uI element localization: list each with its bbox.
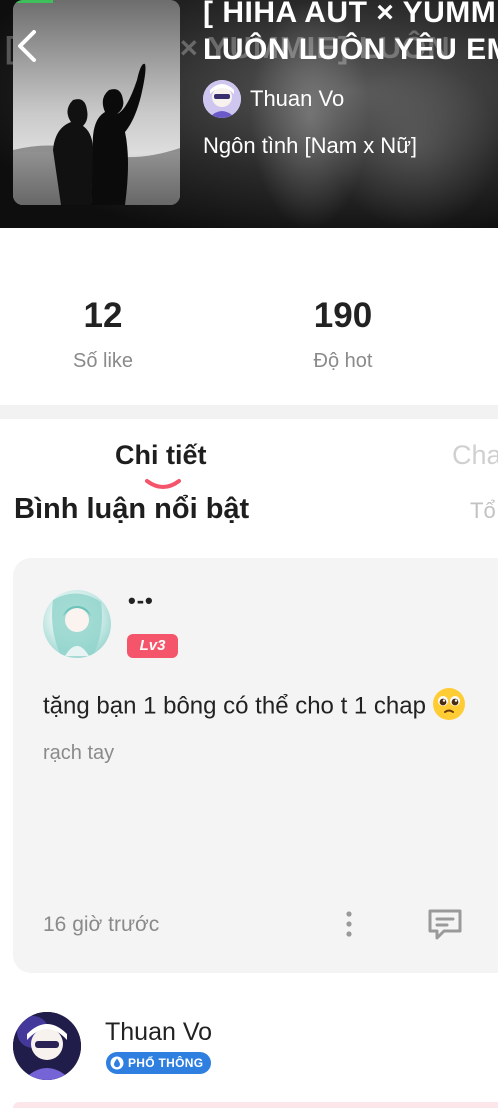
membership-badge-label: PHỔ THÔNG — [128, 1056, 204, 1070]
story-title: [ HIHA AUT × YUMM LUÔN LUÔN YÊU EM — [203, 0, 498, 68]
active-tab-indicator — [145, 479, 181, 489]
tab-details[interactable]: Chi tiết — [115, 440, 207, 471]
story-stats: 12 Số like 190 Độ hot — [0, 228, 498, 405]
story-title-line-2: LUÔN LUÔN YÊU EM — [203, 33, 498, 66]
commenter-username[interactable]: •-• — [128, 588, 154, 614]
all-comments-link[interactable]: Tổ — [470, 498, 496, 524]
membership-badge: PHỔ THÔNG — [106, 1052, 212, 1074]
cover-badge — [13, 0, 53, 3]
commenter-avatar[interactable] — [43, 590, 111, 658]
hot-count: 190 — [313, 296, 373, 335]
level-badge: Lv3 — [127, 634, 178, 658]
featured-comments-title: Bình luận nổi bật — [14, 493, 250, 525]
chevron-left-icon — [18, 30, 36, 62]
back-button[interactable] — [10, 26, 44, 66]
story-genre[interactable]: Ngôn tình [Nam x Nữ] — [203, 133, 417, 159]
user-name[interactable]: Thuan Vo — [105, 1018, 212, 1047]
comment-timestamp: 16 giờ trước — [43, 913, 160, 936]
featured-comment-card[interactable]: •-• Lv3 tặng bạn 1 bông có thể cho t 1 c… — [13, 558, 498, 973]
likes-count: 12 — [83, 296, 123, 335]
reply-button[interactable] — [426, 907, 464, 943]
comment-text-line: tặng bạn 1 bông có thể cho t 1 chap — [43, 688, 466, 724]
author-avatar[interactable] — [203, 80, 241, 118]
vertical-dots-icon — [346, 911, 352, 937]
droplet-icon — [110, 1056, 124, 1070]
user-avatar[interactable] — [13, 1012, 81, 1080]
pleading-face-emoji-icon — [432, 688, 465, 720]
next-comment-card-edge — [13, 1102, 498, 1108]
author-avatar-image — [203, 80, 241, 118]
story-header: [HIHA AUT × YUMMIE] LUÔN [ HIHA AUT × YU… — [0, 0, 498, 228]
likes-stat: 12 Số like — [13, 296, 193, 373]
likes-label: Số like — [72, 350, 134, 372]
commenter-avatar-image — [52, 593, 102, 656]
user-avatar-image — [13, 1012, 81, 1080]
more-options-button[interactable] — [339, 908, 359, 940]
author-info[interactable]: Thuan Vo — [203, 80, 344, 118]
section-divider — [0, 405, 498, 419]
hot-stat: 190 Độ hot — [253, 296, 433, 373]
story-title-line-1: [ HIHA AUT × YUMM — [203, 0, 497, 29]
author-name[interactable]: Thuan Vo — [250, 86, 344, 112]
hot-label: Độ hot — [313, 350, 373, 372]
comment-text: tặng bạn 1 bông có thể cho t 1 chap — [43, 692, 426, 720]
comment-subtext: rạch tay — [43, 742, 115, 764]
tab-chapters[interactable]: Cha — [452, 440, 498, 471]
comment-icon — [428, 909, 462, 940]
